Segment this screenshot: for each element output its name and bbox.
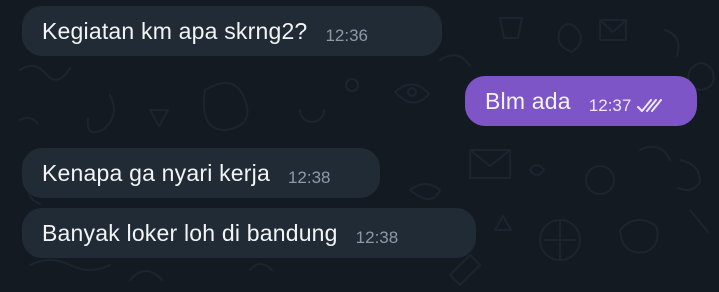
message-text: Kegiatan km apa skrng2?	[42, 17, 308, 44]
message-bubble-incoming[interactable]: Banyak loker loh di bandung 12:38	[22, 208, 476, 258]
message-bubble-incoming[interactable]: Kenapa ga nyari kerja 12:38	[22, 148, 380, 198]
message-text: Kenapa ga nyari kerja	[42, 159, 270, 186]
message-bubble-incoming[interactable]: Kegiatan km apa skrng2? 12:36	[22, 6, 442, 56]
message-timestamp: 12:36	[325, 25, 368, 45]
message-timestamp: 12:38	[355, 227, 399, 247]
message-bubble-outgoing[interactable]: Blm ada 12:37	[465, 76, 697, 126]
message-timestamp: 12:37	[588, 95, 632, 115]
double-check-icon	[637, 98, 663, 112]
message-timestamp: 12:38	[287, 167, 331, 187]
message-text: Blm ada	[485, 87, 571, 114]
message-text: Banyak loker loh di bandung	[42, 219, 338, 246]
